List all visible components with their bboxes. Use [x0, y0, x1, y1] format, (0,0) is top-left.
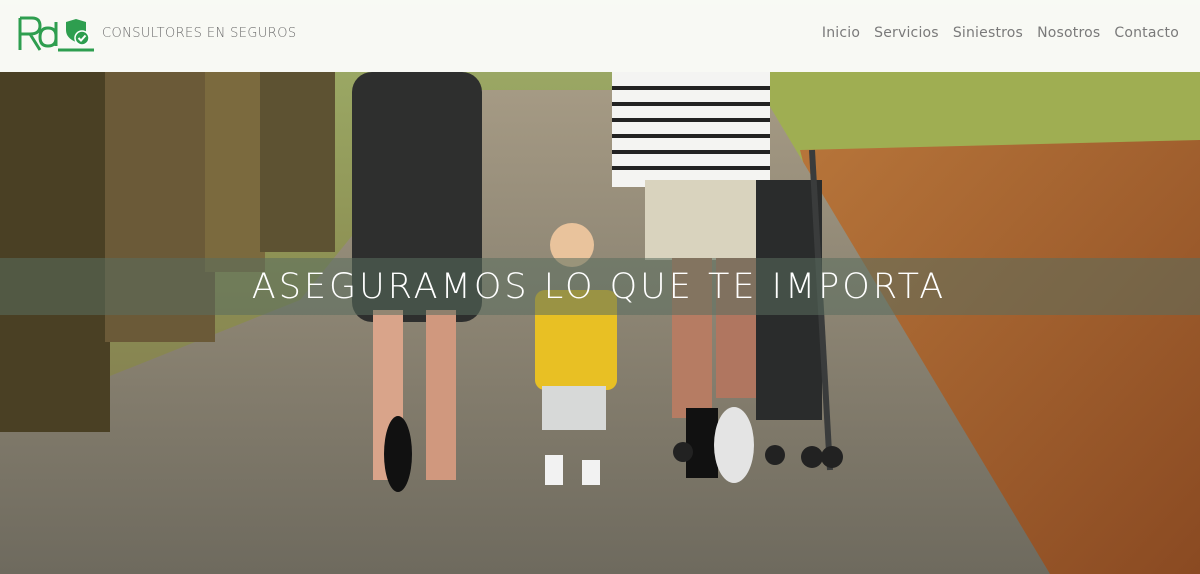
logo-link[interactable] — [18, 16, 96, 52]
nav-link-inicio[interactable]: Inicio — [822, 25, 860, 41]
hero-tagline-band: ASEGURAMOS LO QUE TE IMPORTA — [0, 258, 1200, 315]
nav-link-servicios[interactable]: Servicios — [874, 25, 939, 41]
nav-link-contacto[interactable]: Contacto — [1114, 25, 1179, 41]
rdl-logo-icon — [18, 16, 94, 52]
main-nav: Inicio Servicios Siniestros Nosotros Con… — [822, 25, 1179, 41]
nav-link-nosotros[interactable]: Nosotros — [1037, 25, 1100, 41]
nav-link-siniestros[interactable]: Siniestros — [953, 25, 1023, 41]
brand-tagline: CONSULTORES EN SEGUROS — [102, 26, 297, 41]
hero-tagline: ASEGURAMOS LO QUE TE IMPORTA — [251, 266, 947, 307]
site-header: CONSULTORES EN SEGUROS Inicio Servicios … — [0, 0, 1200, 72]
